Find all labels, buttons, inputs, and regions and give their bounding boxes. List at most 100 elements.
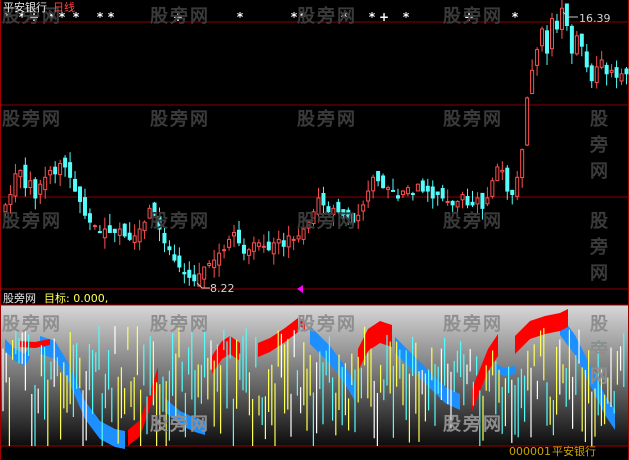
candle-body bbox=[520, 149, 525, 179]
candle-body bbox=[13, 173, 18, 197]
candle-body bbox=[43, 176, 48, 191]
candle-body bbox=[261, 245, 266, 248]
candle-body bbox=[500, 169, 505, 173]
candle-body bbox=[68, 162, 73, 178]
high-price-label: 16.39 bbox=[579, 12, 611, 25]
candle-body bbox=[589, 65, 594, 82]
candle-body bbox=[246, 249, 251, 256]
candle-body bbox=[58, 162, 63, 176]
candle-body bbox=[584, 51, 589, 68]
candle-body bbox=[420, 180, 425, 192]
watermark: 股旁网 bbox=[150, 6, 210, 27]
candle-body bbox=[495, 166, 500, 182]
watermark: 股旁网 bbox=[590, 109, 610, 182]
candle-body bbox=[470, 201, 475, 206]
candle-body bbox=[410, 193, 415, 196]
candle-body bbox=[569, 25, 574, 54]
candle-body bbox=[361, 204, 366, 212]
candle-body bbox=[574, 35, 579, 55]
candle-body bbox=[554, 20, 559, 30]
candle-body bbox=[38, 183, 43, 195]
candle-body bbox=[241, 244, 246, 254]
candle-body bbox=[177, 255, 182, 268]
candle-body bbox=[271, 242, 276, 255]
candle-body bbox=[505, 167, 510, 192]
candle-body bbox=[122, 223, 127, 237]
candle-body bbox=[33, 179, 38, 199]
candle-body bbox=[207, 263, 212, 266]
watermark: 股旁网 bbox=[2, 211, 62, 232]
signal-marker: * bbox=[237, 10, 244, 24]
watermark: 股旁网 bbox=[150, 109, 210, 130]
period-label[interactable]: 日线 bbox=[53, 2, 75, 14]
candle-body bbox=[127, 232, 132, 240]
candle-body bbox=[400, 190, 405, 196]
watermark: 股旁网 bbox=[443, 314, 503, 335]
candle-body bbox=[405, 187, 410, 195]
candle-body bbox=[18, 169, 23, 178]
candle-body bbox=[624, 68, 629, 75]
candle-body bbox=[559, 7, 564, 30]
candle-body bbox=[366, 190, 371, 202]
candle-body bbox=[425, 185, 430, 192]
candle-body bbox=[614, 67, 619, 78]
candle-body bbox=[356, 214, 361, 222]
candle-body bbox=[435, 191, 440, 196]
candle-body bbox=[579, 33, 584, 47]
candle-body bbox=[609, 69, 614, 73]
candle-body bbox=[440, 188, 445, 199]
watermark: 股旁网 bbox=[443, 6, 503, 27]
candle-body bbox=[192, 274, 197, 282]
candle-body bbox=[97, 231, 102, 234]
candle-body bbox=[321, 192, 326, 206]
watermark: 股旁网 bbox=[443, 109, 503, 130]
watermark: 股旁网 bbox=[150, 314, 210, 335]
candle-body bbox=[594, 66, 599, 83]
candle-body bbox=[450, 200, 455, 206]
candle-body bbox=[530, 69, 535, 94]
candle-body bbox=[28, 180, 33, 188]
candle-body bbox=[251, 242, 256, 252]
signal-marker: * bbox=[97, 10, 104, 24]
watermark: 股旁网 bbox=[150, 414, 210, 435]
watermark: 股旁网 bbox=[297, 314, 357, 335]
candle-body bbox=[162, 232, 167, 244]
stock-name: 平安银行 bbox=[3, 1, 47, 14]
watermark: 股旁网 bbox=[297, 211, 357, 232]
candle-body bbox=[202, 266, 207, 280]
indicator-name: 股旁网 bbox=[3, 292, 36, 305]
candle-body bbox=[117, 228, 122, 236]
watermark: 股旁网 bbox=[297, 109, 357, 130]
candle-body bbox=[415, 183, 420, 192]
candle-body bbox=[92, 225, 97, 228]
candle-body bbox=[465, 196, 470, 206]
candle-body bbox=[227, 238, 232, 248]
candle-body bbox=[266, 241, 271, 251]
candle-body bbox=[545, 30, 550, 54]
candle-body bbox=[107, 225, 112, 233]
candle-body bbox=[23, 164, 28, 189]
watermark: 股旁网 bbox=[297, 6, 357, 27]
candle-body bbox=[217, 252, 222, 266]
candle-body bbox=[172, 254, 177, 261]
footer-stock-name: 平安银行 bbox=[552, 445, 596, 458]
candle-body bbox=[604, 64, 609, 75]
candle-body bbox=[132, 235, 137, 243]
candle-body bbox=[371, 176, 376, 192]
candle-body bbox=[286, 235, 291, 248]
candle-body bbox=[276, 238, 281, 244]
candle-body bbox=[236, 229, 241, 244]
candle-body bbox=[376, 171, 381, 182]
watermark: 股旁网 bbox=[590, 211, 610, 284]
signal-marker: * bbox=[403, 10, 410, 24]
candle-body bbox=[63, 157, 68, 168]
candle-body bbox=[445, 200, 450, 203]
candle-body bbox=[515, 176, 520, 197]
candle-body bbox=[535, 49, 540, 66]
candle-body bbox=[142, 221, 147, 232]
candle-body bbox=[73, 178, 78, 192]
watermark: 股旁网 bbox=[150, 211, 210, 232]
candle-body bbox=[87, 213, 92, 223]
candle-body bbox=[232, 231, 237, 237]
signal-marker: * bbox=[108, 10, 115, 24]
